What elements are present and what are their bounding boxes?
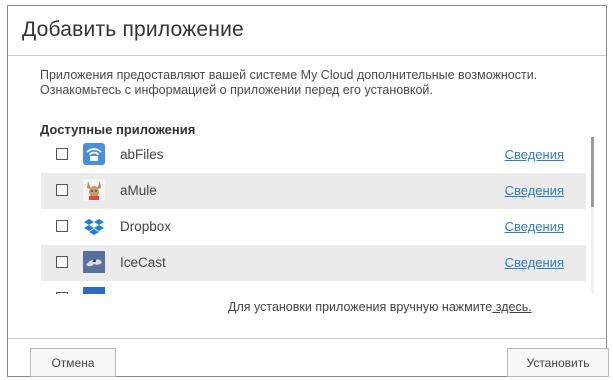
title-divider <box>8 55 606 56</box>
section-heading-available-apps: Доступные приложения <box>40 122 196 137</box>
details-link-amule[interactable]: Сведения <box>505 183 564 198</box>
icecast-icon <box>83 251 105 273</box>
app-list[interactable]: abFiles Сведения aMule Сведения Dropbox … <box>41 137 593 294</box>
app-row-dropbox[interactable]: Dropbox Сведения <box>41 209 586 245</box>
amule-icon <box>83 179 105 201</box>
app-row-abfiles[interactable]: abFiles Сведения <box>41 137 586 173</box>
dropbox-icon <box>83 215 105 237</box>
abfiles-icon <box>83 143 105 165</box>
app-row-partial[interactable] <box>41 281 586 294</box>
checkbox-dropbox[interactable] <box>56 220 68 232</box>
details-link-icecast[interactable]: Сведения <box>505 255 564 270</box>
app-name: aMule <box>120 183 157 198</box>
checkbox-abfiles[interactable] <box>56 148 68 160</box>
manual-install-text: Для установки приложения вручную нажмите <box>228 300 493 314</box>
add-app-dialog: Добавить приложение Приложения предостав… <box>7 5 609 377</box>
checkbox-icecast[interactable] <box>56 256 68 268</box>
app-row-icecast[interactable]: IceCast Сведения <box>41 245 586 281</box>
dialog-title: Добавить приложение <box>22 18 244 41</box>
footer-divider <box>8 338 606 339</box>
list-scrollbar-thumb[interactable] <box>591 137 594 207</box>
checkbox-amule[interactable] <box>56 184 68 196</box>
details-link-dropbox[interactable]: Сведения <box>505 219 564 234</box>
cancel-button[interactable]: Отмена <box>30 348 116 377</box>
app-name: IceCast <box>120 255 166 270</box>
install-button[interactable]: Установить <box>507 348 609 377</box>
app-name: abFiles <box>120 147 164 162</box>
app-name: Dropbox <box>120 219 172 234</box>
dialog-description: Приложения предоставляют вашей системе M… <box>40 68 538 97</box>
manual-install-line: Для установки приложения вручную нажмите… <box>228 300 532 314</box>
checkbox-partial[interactable] <box>56 292 68 294</box>
manual-install-link[interactable]: здесь. <box>492 300 532 314</box>
partial-app-icon <box>83 287 105 294</box>
details-link-abfiles[interactable]: Сведения <box>505 147 564 162</box>
app-row-amule[interactable]: aMule Сведения <box>41 173 586 209</box>
